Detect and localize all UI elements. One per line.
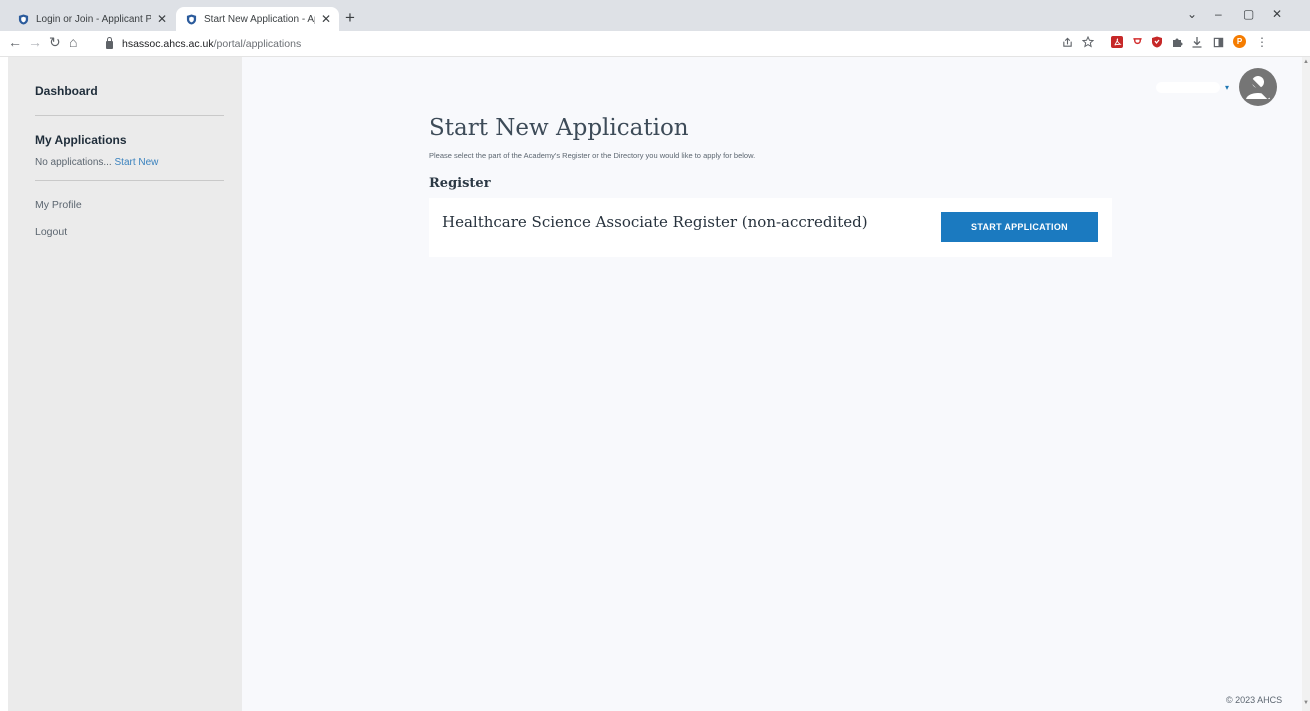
tab-start-new-application[interactable]: Start New Application - Applican ✕ (176, 7, 339, 31)
tab-title: Start New Application - Applican (204, 13, 315, 25)
bookmark-star-icon[interactable] (1082, 36, 1094, 48)
shield-icon (186, 13, 197, 25)
acrobat-extension-icon[interactable] (1111, 36, 1123, 48)
profile-avatar-button[interactable]: P (1233, 35, 1246, 48)
tab-title: Login or Join - Applicant Portal (36, 13, 151, 25)
browser-menu-icon[interactable]: ⋮ (1256, 36, 1268, 48)
shield-icon (18, 13, 29, 25)
maximize-button[interactable]: ▢ (1243, 7, 1254, 21)
extension-icon-red[interactable] (1131, 36, 1143, 48)
close-icon[interactable]: ✕ (157, 13, 167, 25)
new-tab-button[interactable]: + (345, 9, 355, 26)
scroll-down-arrow-icon[interactable]: ▼ (1303, 700, 1309, 706)
side-panel-icon[interactable] (1212, 36, 1224, 48)
scroll-up-arrow-icon[interactable]: ▲ (1303, 59, 1309, 65)
close-icon[interactable]: ✕ (321, 13, 331, 25)
sidebar-item-logout[interactable]: Logout (35, 226, 67, 238)
home-button[interactable]: ⌂ (69, 35, 77, 49)
window-close-button[interactable]: ✕ (1272, 7, 1282, 21)
download-icon[interactable] (1191, 36, 1203, 48)
no-applications-label: No applications... (35, 157, 115, 168)
back-button[interactable]: ← (8, 35, 22, 49)
forward-button[interactable]: → (28, 35, 42, 49)
reload-button[interactable]: ↻ (49, 35, 61, 49)
tab-login[interactable]: Login or Join - Applicant Portal ✕ (8, 7, 175, 31)
extensions-puzzle-icon[interactable] (1171, 36, 1183, 48)
page-content: Dashboard My Applications No application… (8, 57, 1302, 711)
page-scrollbar[interactable] (1302, 57, 1310, 711)
no-applications-text: No applications... Start New (35, 157, 158, 168)
start-new-link[interactable]: Start New (115, 157, 159, 168)
sidebar: Dashboard My Applications No application… (8, 57, 242, 711)
copyright-text: © 2023 AHCS (1226, 695, 1283, 705)
shield-extension-icon[interactable] (1151, 36, 1163, 48)
section-title-register: Register (429, 176, 491, 191)
browser-toolbar: ← → ↻ ⌂ hsassoc.ahcs.ac.uk/portal/applic… (0, 31, 1310, 57)
browser-tab-strip: Login or Join - Applicant Portal ✕ Start… (0, 0, 1310, 31)
start-application-button[interactable]: START APPLICATION (941, 212, 1098, 242)
url-path: /portal/applications (213, 37, 302, 50)
lock-icon (106, 36, 113, 49)
chevron-down-icon[interactable]: ▾ (1225, 83, 1229, 92)
sidebar-item-my-profile[interactable]: My Profile (35, 199, 82, 211)
sidebar-divider (35, 115, 224, 116)
share-icon[interactable] (1061, 36, 1073, 48)
sidebar-heading-my-applications: My Applications (35, 133, 127, 147)
sidebar-item-dashboard[interactable]: Dashboard (35, 84, 98, 98)
user-avatar-icon[interactable] (1238, 67, 1278, 107)
tab-search-icon[interactable]: ⌄ (1187, 7, 1197, 21)
user-name-redacted[interactable] (1156, 82, 1220, 93)
page-subtitle: Please select the part of the Academy's … (429, 151, 756, 160)
register-name: Healthcare Science Associate Register (n… (442, 213, 868, 231)
minimize-button[interactable]: – (1215, 7, 1222, 21)
sidebar-divider (35, 180, 224, 181)
url-host: hsassoc.ahcs.ac.uk (122, 37, 214, 50)
register-card: Healthcare Science Associate Register (n… (429, 198, 1112, 257)
page-title: Start New Application (429, 115, 689, 141)
